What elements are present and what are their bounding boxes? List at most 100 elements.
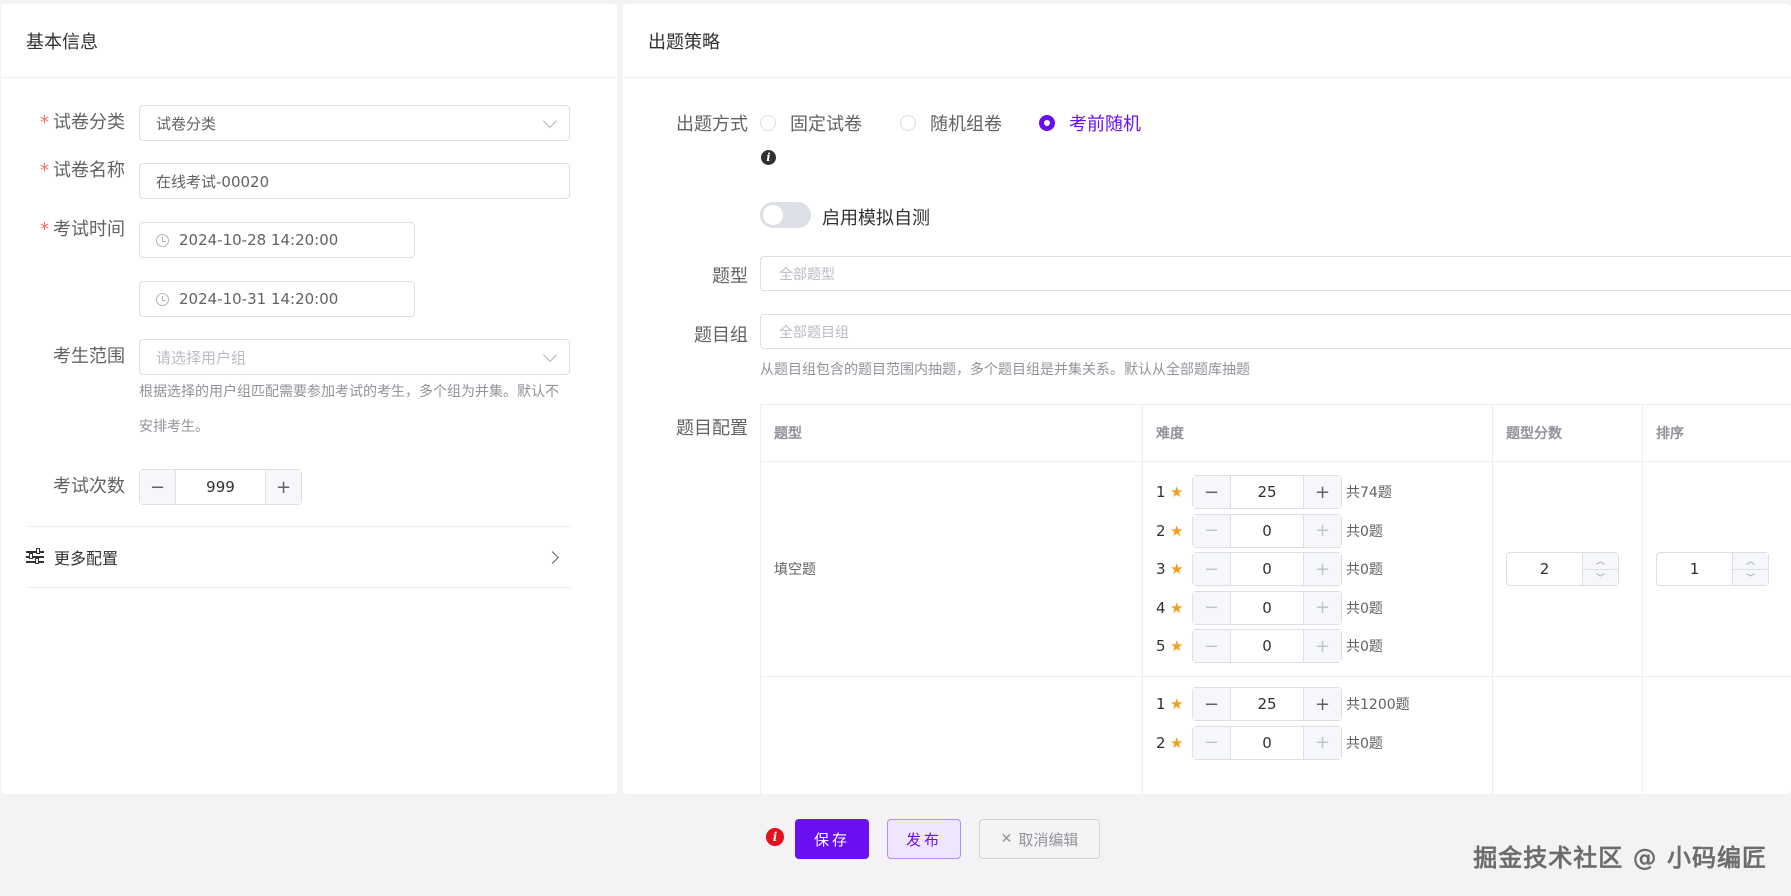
radio-icon: [900, 115, 916, 131]
row-type: [760, 676, 1143, 794]
more-config-toggle[interactable]: 更多配置: [26, 526, 571, 588]
end-time-picker[interactable]: 2024-10-31 14:20:00: [139, 281, 415, 317]
qtype-select[interactable]: 全部题型: [760, 256, 1791, 291]
increment-button[interactable]: +: [1303, 591, 1341, 624]
star-icon: ★: [1170, 733, 1184, 752]
error-icon[interactable]: i: [766, 828, 784, 846]
chevron-up-icon[interactable]: ︿: [1733, 553, 1768, 570]
publish-button[interactable]: 发布: [887, 819, 961, 859]
attempts-value[interactable]: 999: [176, 470, 265, 504]
count-stepper[interactable]: −0 +: [1192, 552, 1342, 586]
header-type: 题型: [760, 404, 1143, 462]
chevron-down-icon: [542, 113, 558, 129]
decrement-button[interactable]: −: [1193, 726, 1231, 759]
save-button[interactable]: 保存: [795, 819, 869, 859]
star-icon: ★: [1170, 521, 1184, 540]
decrement-button[interactable]: −: [1193, 553, 1231, 585]
increment-button[interactable]: +: [1303, 688, 1341, 721]
difficulty-line: 3 ★ −0 + 共0题: [1156, 550, 1492, 589]
count-stepper[interactable]: −0 +: [1192, 513, 1342, 548]
decrement-button[interactable]: −: [1193, 591, 1231, 624]
radio-icon: [760, 115, 776, 131]
order-input[interactable]: 1 ︿ ﹀: [1656, 552, 1769, 586]
score-cell: [1492, 676, 1643, 794]
increment-button[interactable]: +: [1303, 630, 1341, 662]
attempts-stepper[interactable]: − 999 +: [139, 469, 302, 505]
difficulty-line: 1 ★ −25 + 共74题: [1156, 473, 1492, 512]
count-stepper[interactable]: −0 +: [1192, 629, 1342, 663]
order-cell: [1642, 676, 1791, 794]
watermark: 掘金技术社区 @ 小码编匠: [1473, 844, 1767, 872]
cancel-edit-button[interactable]: ✕ 取消编辑: [979, 819, 1100, 859]
category-label: * 试卷分类: [40, 112, 125, 133]
mode-option-random[interactable]: 随机组卷: [900, 110, 1002, 136]
increment-button[interactable]: +: [1303, 514, 1341, 547]
difficulty-cell: 1★ −25+ 共74题 2★ −0+ 共0题 3★ −0+ 共0题: [1142, 461, 1493, 677]
name-input[interactable]: 在线考试-00020: [139, 163, 570, 199]
table-header-row: 题型 难度 题型分数 排序: [760, 404, 1791, 462]
difficulty-line: 2 ★ −0 + 共0题: [1156, 724, 1492, 763]
header-score: 题型分数: [1492, 404, 1643, 462]
decrement-button[interactable]: −: [1193, 688, 1231, 721]
category-select[interactable]: 试卷分类: [139, 105, 570, 141]
simulate-switch[interactable]: [760, 202, 811, 228]
chevron-down-icon: [542, 347, 558, 363]
radio-selected-icon: [1039, 115, 1055, 131]
info-icon[interactable]: i: [761, 150, 776, 165]
strategy-title: 出题策略: [623, 4, 1791, 78]
scope-select[interactable]: 请选择用户组: [139, 339, 570, 375]
basic-info-card: 基本信息 * 试卷分类 试卷分类 * 试卷名称 在线考试-00020 * 考试时间 2…: [1, 4, 617, 794]
decrement-button[interactable]: −: [1193, 476, 1231, 508]
header-order: 排序: [1642, 404, 1791, 462]
exam-time-label: * 考试时间: [40, 219, 125, 240]
chevron-down-icon[interactable]: ﹀: [1583, 569, 1618, 585]
start-time-picker[interactable]: 2024-10-28 14:20:00: [139, 222, 415, 258]
count-stepper[interactable]: −25 +: [1192, 475, 1342, 509]
scope-label: 考生范围: [53, 346, 125, 367]
mode-option-fixed[interactable]: 固定试卷: [760, 110, 862, 136]
exam-editor-page: 基本信息 * 试卷分类 试卷分类 * 试卷名称 在线考试-00020 * 考试时间 2…: [0, 0, 1791, 896]
score-cell: 2 ︿ ﹀: [1492, 461, 1643, 677]
qtype-label: 题型: [712, 266, 748, 287]
count-stepper[interactable]: −0 +: [1192, 725, 1342, 760]
difficulty-cell: 1 ★ −25 + 共1200题 2 ★ −0 + 共0题: [1142, 676, 1493, 794]
qgroup-select[interactable]: 全部题目组: [760, 314, 1791, 349]
sliders-icon: [26, 548, 44, 565]
close-icon: ✕: [1000, 831, 1013, 847]
decrement-button[interactable]: −: [1193, 630, 1231, 662]
difficulty-line: 2 ★ −0 + 共0题: [1156, 511, 1492, 550]
qgroup-label: 题目组: [694, 325, 748, 346]
star-icon: ★: [1170, 560, 1184, 578]
table-row: 填空题 1 ★ −25 + 共74题 2 ★ −0 + 共0题 3 ★ − 0 …: [760, 461, 1791, 677]
count-stepper[interactable]: −25 +: [1192, 687, 1342, 722]
more-config-label: 更多配置: [54, 549, 119, 568]
score-input[interactable]: 2 ︿ ﹀: [1506, 552, 1619, 586]
chevron-up-icon[interactable]: ︿: [1583, 553, 1618, 570]
simulate-label: 启用模拟自测: [822, 208, 930, 229]
mode-label: 出题方式: [676, 114, 748, 135]
increment-button[interactable]: +: [1303, 476, 1341, 508]
increment-button[interactable]: +: [1303, 553, 1341, 585]
clock-icon: [156, 292, 169, 306]
increment-button[interactable]: +: [1303, 726, 1341, 759]
star-icon: ★: [1170, 695, 1184, 714]
scope-hint: 根据选择的用户组匹配需要参加考试的考生，多个组为并集。默认不安排考生。: [139, 384, 559, 435]
qgroup-hint: 从题目组包含的题目范围内抽题，多个题目组是并集关系。默认从全部题库抽题: [760, 362, 1250, 378]
decrement-button[interactable]: −: [140, 470, 176, 504]
decrement-button[interactable]: −: [1193, 514, 1231, 547]
row-type: 填空题: [760, 461, 1143, 677]
difficulty-line: 4 ★ −0 + 共0题: [1156, 588, 1492, 627]
increment-button[interactable]: +: [265, 470, 301, 504]
order-cell: 1 ︿ ﹀: [1642, 461, 1791, 677]
count-stepper[interactable]: −0 +: [1192, 590, 1342, 625]
clock-icon: [156, 233, 169, 247]
name-label: * 试卷名称: [40, 160, 125, 181]
chevron-down-icon[interactable]: ﹀: [1733, 569, 1768, 585]
config-label: 题目配置: [676, 418, 748, 439]
question-config-table: 题型 难度 题型分数 排序 填空题 1 ★ −25 + 共74题 2 ★ − 0…: [760, 404, 1791, 794]
strategy-card: 出题策略 出题方式 固定试卷 随机组卷 考前随机 i 启用模拟自测 题型 全部题…: [623, 4, 1791, 794]
star-icon: ★: [1170, 483, 1184, 501]
mode-option-pre-exam-random[interactable]: 考前随机: [1039, 110, 1141, 136]
star-icon: ★: [1170, 637, 1184, 655]
difficulty-line: 1 ★ −25 + 共1200题: [1156, 685, 1492, 724]
